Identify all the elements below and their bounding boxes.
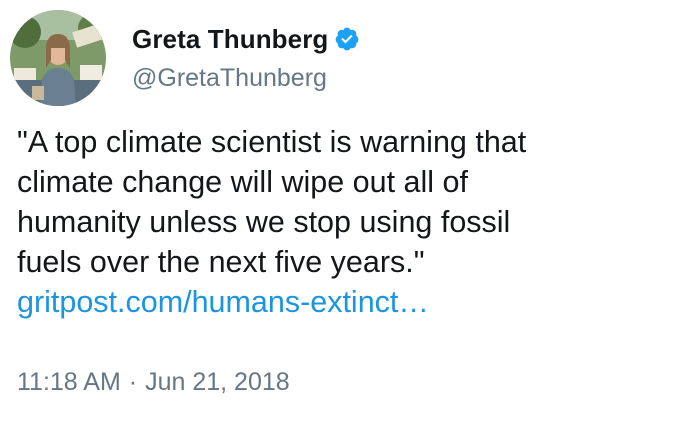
tweet-text-line: humanity unless we stop using fossil — [17, 205, 511, 239]
display-name[interactable]: Greta Thunberg — [132, 23, 328, 55]
user-handle[interactable]: @GretaThunberg — [132, 63, 360, 93]
tweet-text-line: "A top climate scientist is warning that — [17, 125, 527, 159]
avatar-photo-icon — [10, 10, 106, 106]
verified-badge-icon — [334, 26, 360, 52]
tweet-timestamp[interactable]: 11:18 AM · Jun 21, 2018 — [17, 366, 290, 398]
tweet-text-line: fuels over the next five years." — [17, 245, 425, 279]
tweet-card: Greta Thunberg @GretaThunberg "A top cli… — [0, 0, 680, 424]
tweet-date: Jun 21, 2018 — [145, 368, 290, 396]
tweet-time: 11:18 AM — [17, 368, 121, 396]
user-names: Greta Thunberg @GretaThunberg — [132, 23, 360, 93]
name-row: Greta Thunberg — [132, 23, 360, 55]
tweet-header: Greta Thunberg @GretaThunberg — [10, 10, 360, 106]
tweet-link[interactable]: gritpost.com/humans-extinct… — [17, 285, 429, 319]
tweet-text: "A top climate scientist is warning that… — [17, 122, 667, 322]
timestamp-separator: · — [128, 368, 138, 396]
tweet-text-line: climate change will wipe out all of — [17, 165, 468, 199]
avatar[interactable] — [10, 10, 106, 106]
